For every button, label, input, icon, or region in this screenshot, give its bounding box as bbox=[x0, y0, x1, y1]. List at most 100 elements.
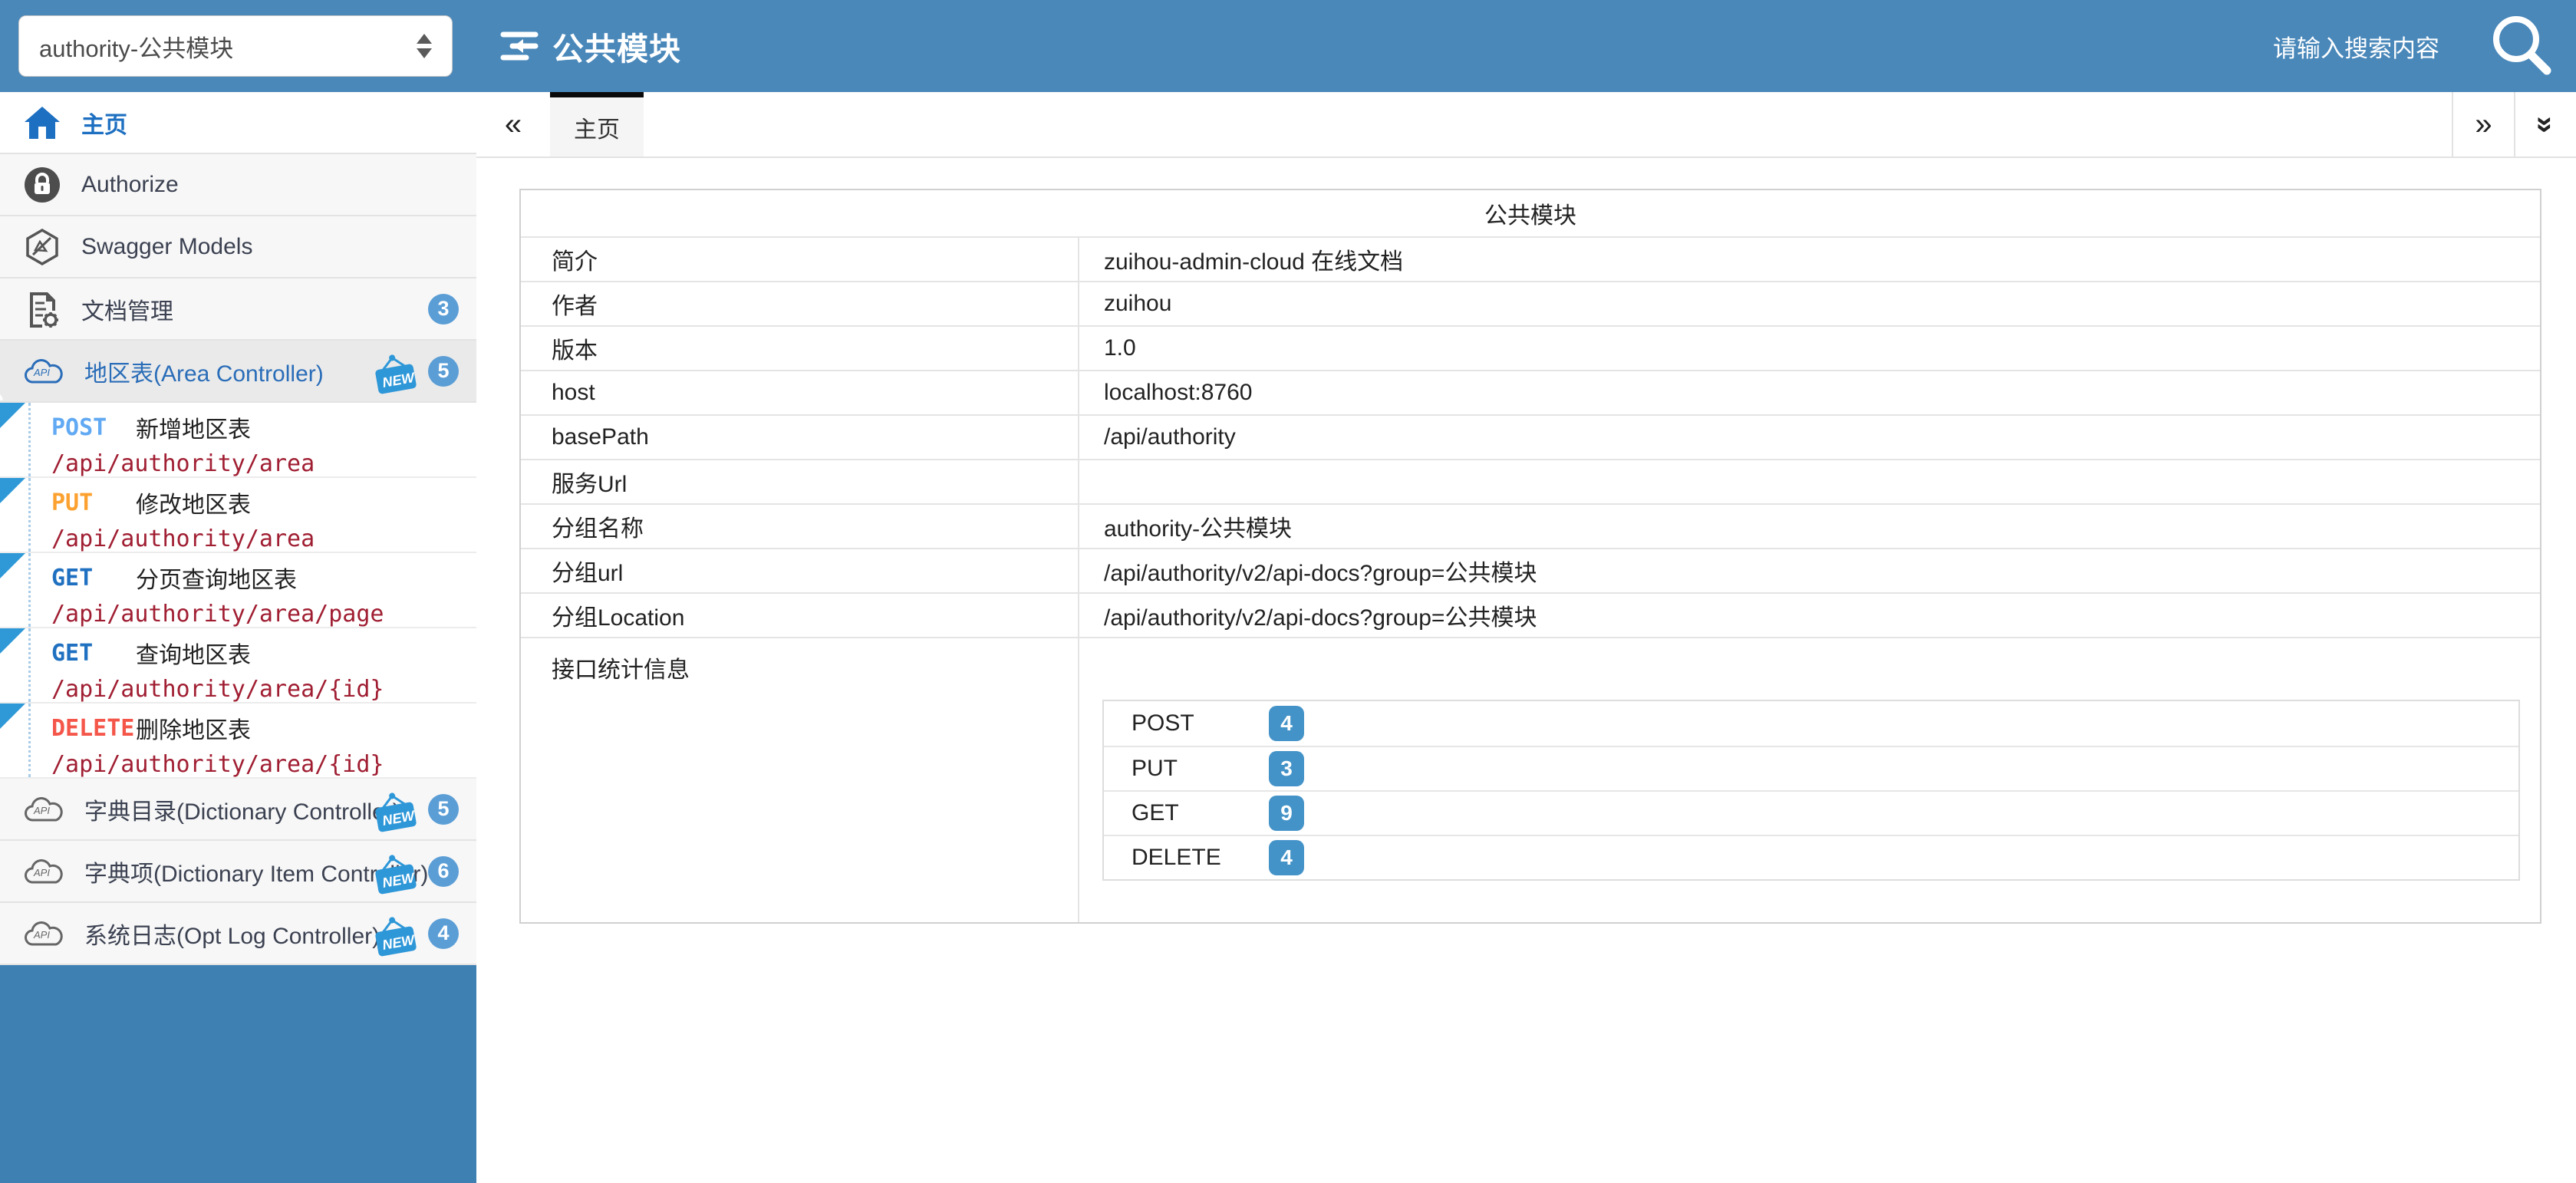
row-value: authority-公共模块 bbox=[1078, 505, 2540, 548]
method-label: PUT bbox=[51, 489, 136, 516]
cloud-api-icon: API bbox=[23, 856, 64, 887]
row-label: 服务Url bbox=[521, 460, 1078, 503]
new-tag-icon: NEW bbox=[372, 915, 420, 962]
endpoint-post-area[interactable]: NEW POST 新增地区表 /api/authority/area bbox=[0, 403, 476, 478]
row-value: /api/authority bbox=[1078, 416, 2540, 459]
method-label: DELETE bbox=[51, 715, 136, 742]
table-row: 作者 zuihou bbox=[521, 281, 2540, 325]
method-label: POST bbox=[51, 414, 136, 441]
count-badge: 5 bbox=[428, 794, 459, 825]
row-label: 分组url bbox=[521, 549, 1078, 592]
sidebar-item-label: 文档管理 bbox=[81, 292, 173, 326]
header-right: 请输入搜索内容 bbox=[2273, 10, 2576, 82]
endpoint-list: NEW POST 新增地区表 /api/authority/area NEW P… bbox=[0, 403, 476, 779]
new-tag-icon: NEW bbox=[372, 353, 420, 400]
row-value: 1.0 bbox=[1078, 327, 2540, 370]
sidebar-controller-dictionary[interactable]: API 字典目录(Dictionary Controller) NEW 5 bbox=[0, 779, 476, 841]
endpoint-get-area-page[interactable]: NEW GET 分页查询地区表 /api/authority/area/page bbox=[0, 553, 476, 628]
sidebar-item-label: Authorize bbox=[81, 172, 179, 198]
row-label: 简介 bbox=[521, 238, 1078, 281]
sidebar-controller-dictionary-item[interactable]: API 字典项(Dictionary Item Controller) NEW … bbox=[0, 841, 476, 903]
row-value: localhost:8760 bbox=[1078, 371, 2540, 414]
cloud-api-icon: API bbox=[23, 918, 64, 949]
tab-label: 主页 bbox=[574, 110, 620, 144]
content: 公共模块 简介 zuihou-admin-cloud 在线文档 作者 zuiho… bbox=[476, 158, 2576, 924]
stats-method: POST bbox=[1104, 710, 1247, 736]
stats-row: PUT 3 bbox=[1104, 746, 2518, 790]
search-input[interactable]: 请输入搜索内容 bbox=[2273, 29, 2439, 64]
module-info-table: 公共模块 简介 zuihou-admin-cloud 在线文档 作者 zuiho… bbox=[519, 189, 2541, 924]
svg-text:API: API bbox=[33, 929, 50, 941]
stats-row: DELETE 4 bbox=[1104, 835, 2518, 879]
tab-collapse-icon[interactable]: » bbox=[2514, 92, 2576, 157]
sidebar-controller-optlog[interactable]: API 系统日志(Opt Log Controller) NEW 4 bbox=[0, 903, 476, 965]
cloud-api-icon: API bbox=[23, 794, 64, 825]
sidebar-item-label: Swagger Models bbox=[81, 234, 252, 260]
tab-scroll-right-icon[interactable]: » bbox=[2452, 92, 2514, 157]
controller-label: 字典目录(Dictionary Controller) bbox=[84, 793, 400, 826]
sidebar-footer bbox=[0, 965, 476, 1183]
row-label: 分组Location bbox=[521, 594, 1078, 637]
sidebar-item-authorize[interactable]: Authorize bbox=[0, 154, 476, 216]
row-label: basePath bbox=[521, 416, 1078, 459]
count-badge: 6 bbox=[428, 856, 459, 887]
endpoint-name: 删除地区表 bbox=[136, 711, 251, 745]
endpoint-path: /api/authority/area/{id} bbox=[51, 676, 476, 703]
table-row: 简介 zuihou-admin-cloud 在线文档 bbox=[521, 236, 2540, 281]
row-label: 分组名称 bbox=[521, 505, 1078, 548]
group-select-value: authority-公共模块 bbox=[39, 29, 407, 64]
endpoint-path: /api/authority/area bbox=[51, 450, 476, 477]
tab-right-controls: » » bbox=[2452, 92, 2576, 157]
header-bar: authority-公共模块 公共模块 请输入搜索内容 bbox=[0, 0, 2576, 92]
sidebar-controller-area[interactable]: API 地区表(Area Controller) NEW 5 bbox=[0, 341, 476, 403]
stats-count-badge: 9 bbox=[1269, 796, 1304, 831]
endpoint-delete-area-id[interactable]: NEW DELETE 删除地区表 /api/authority/area/{id… bbox=[0, 704, 476, 779]
sidebar-item-home[interactable]: 主页 bbox=[0, 92, 476, 154]
table-row: basePath /api/authority bbox=[521, 414, 2540, 459]
table-row: 分组名称 authority-公共模块 bbox=[521, 503, 2540, 548]
row-value: /api/authority/v2/api-docs?group=公共模块 bbox=[1078, 549, 2540, 592]
tab-strip: « 主页 » » bbox=[476, 92, 2576, 158]
row-label: host bbox=[521, 371, 1078, 414]
stats-method: PUT bbox=[1104, 756, 1247, 782]
table-row: 分组url /api/authority/v2/api-docs?group=公… bbox=[521, 548, 2540, 592]
group-select[interactable]: authority-公共模块 bbox=[18, 15, 453, 77]
module-icon bbox=[500, 29, 539, 63]
svg-text:API: API bbox=[33, 867, 50, 878]
models-icon bbox=[23, 228, 61, 266]
new-ribbon-icon bbox=[0, 553, 25, 607]
endpoint-path: /api/authority/area bbox=[51, 526, 476, 552]
table-row-stats: 接口统计信息 POST 4 PUT 3 G bbox=[521, 637, 2540, 922]
cloud-api-icon: API bbox=[23, 356, 64, 387]
tab-home[interactable]: 主页 bbox=[550, 92, 644, 157]
document-gear-icon bbox=[23, 289, 61, 329]
count-badge: 3 bbox=[428, 294, 459, 325]
search-icon[interactable] bbox=[2485, 10, 2558, 82]
lock-icon bbox=[23, 166, 61, 204]
svg-text:API: API bbox=[33, 805, 50, 816]
method-stats-table: POST 4 PUT 3 GET 9 bbox=[1102, 700, 2520, 881]
method-label: GET bbox=[51, 565, 136, 592]
endpoint-name: 新增地区表 bbox=[136, 410, 251, 444]
row-value: /api/authority/v2/api-docs?group=公共模块 bbox=[1078, 594, 2540, 637]
select-stepper-icon bbox=[417, 34, 432, 58]
new-ribbon-icon bbox=[0, 478, 25, 532]
endpoint-get-area-id[interactable]: NEW GET 查询地区表 /api/authority/area/{id} bbox=[0, 628, 476, 704]
main-area: « 主页 » » 公共模块 简介 zuihou-admin-cloud 在线文档… bbox=[476, 92, 2576, 1183]
stats-cell: POST 4 PUT 3 GET 9 bbox=[1078, 638, 2540, 922]
new-ribbon-icon bbox=[0, 403, 25, 456]
endpoint-name: 查询地区表 bbox=[136, 636, 251, 670]
table-row: 服务Url bbox=[521, 459, 2540, 503]
swagger-bootstrap-ui-page: authority-公共模块 公共模块 请输入搜索内容 bbox=[0, 0, 2576, 1183]
endpoint-put-area[interactable]: NEW PUT 修改地区表 /api/authority/area bbox=[0, 478, 476, 553]
endpoint-path: /api/authority/area/page bbox=[51, 601, 476, 628]
row-value: zuihou bbox=[1078, 282, 2540, 325]
sidebar-item-swagger-models[interactable]: Swagger Models bbox=[0, 216, 476, 278]
controller-label: 地区表(Area Controller) bbox=[84, 354, 324, 388]
row-label: 作者 bbox=[521, 282, 1078, 325]
new-tag-icon: NEW bbox=[372, 791, 420, 838]
row-label: 接口统计信息 bbox=[521, 638, 1078, 922]
sidebar-item-doc-manage[interactable]: 文档管理 3 bbox=[0, 278, 476, 341]
stats-method: DELETE bbox=[1104, 845, 1247, 871]
tab-scroll-left-icon[interactable]: « bbox=[476, 92, 550, 157]
